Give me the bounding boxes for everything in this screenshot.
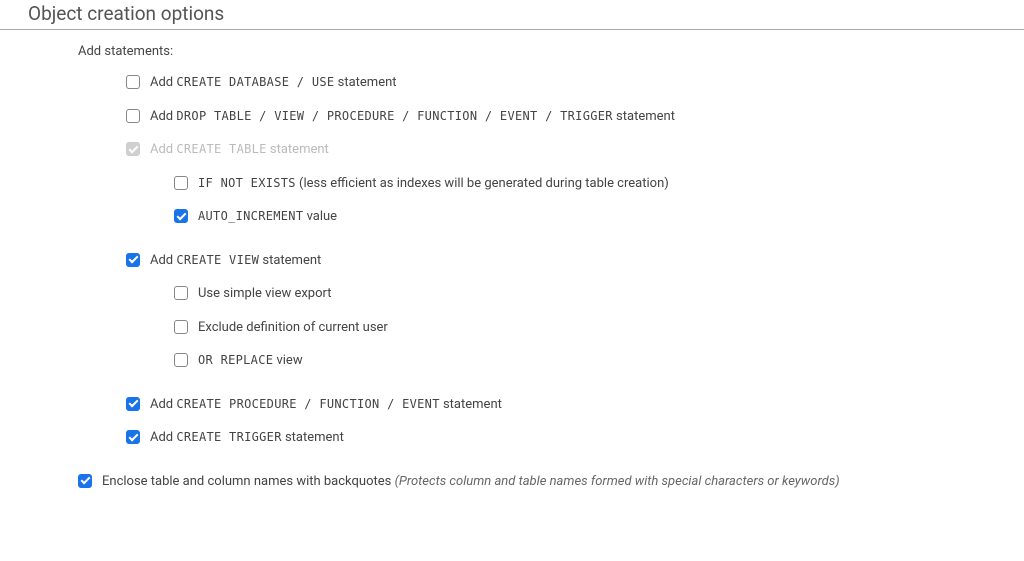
group-label-add-statements: Add statements: bbox=[0, 44, 1024, 59]
label-if-not-exists[interactable]: IF NOT EXISTS (less efficient as indexes… bbox=[198, 174, 669, 194]
checkbox-backquotes[interactable] bbox=[78, 474, 92, 488]
label-suffix: statement bbox=[267, 142, 329, 157]
option-create-table: Add CREATE TABLE statement bbox=[0, 140, 1024, 160]
label-mono: CREATE TRIGGER bbox=[176, 430, 281, 444]
option-create-database: Add CREATE DATABASE / USE statement bbox=[0, 73, 1024, 93]
label-create-table: Add CREATE TABLE statement bbox=[150, 140, 329, 160]
checkbox-simple-view[interactable] bbox=[174, 286, 188, 300]
label-mono: CREATE VIEW bbox=[176, 253, 259, 267]
option-create-trigger: Add CREATE TRIGGER statement bbox=[0, 428, 1024, 448]
checkbox-drop-table[interactable] bbox=[126, 109, 140, 123]
label-suffix: statement bbox=[282, 430, 344, 445]
label-text: Enclose table and column names with back… bbox=[102, 474, 395, 489]
option-create-procedure: Add CREATE PROCEDURE / FUNCTION / EVENT … bbox=[0, 395, 1024, 415]
checkbox-create-table bbox=[126, 142, 140, 156]
label-suffix: value bbox=[303, 209, 337, 224]
checkbox-auto-increment[interactable] bbox=[174, 209, 188, 223]
label-simple-view[interactable]: Use simple view export bbox=[198, 284, 332, 304]
label-suffix: statement bbox=[440, 397, 502, 412]
checkbox-create-procedure[interactable] bbox=[126, 397, 140, 411]
checkbox-create-database[interactable] bbox=[126, 75, 140, 89]
label-prefix: Add bbox=[150, 109, 176, 124]
label-suffix: view bbox=[273, 353, 302, 368]
option-drop-table: Add DROP TABLE / VIEW / PROCEDURE / FUNC… bbox=[0, 107, 1024, 127]
label-create-trigger[interactable]: Add CREATE TRIGGER statement bbox=[150, 428, 344, 448]
checkbox-if-not-exists[interactable] bbox=[174, 176, 188, 190]
label-mono: IF NOT EXISTS bbox=[198, 176, 296, 190]
label-prefix: Add bbox=[150, 397, 176, 412]
section-title: Object creation options bbox=[0, 0, 1024, 30]
checkbox-or-replace[interactable] bbox=[174, 353, 188, 367]
checkbox-exclude-definition[interactable] bbox=[174, 320, 188, 334]
label-create-procedure[interactable]: Add CREATE PROCEDURE / FUNCTION / EVENT … bbox=[150, 395, 502, 415]
label-drop-table[interactable]: Add DROP TABLE / VIEW / PROCEDURE / FUNC… bbox=[150, 107, 675, 127]
label-suffix: (less efficient as indexes will be gener… bbox=[296, 176, 669, 191]
option-backquotes: Enclose table and column names with back… bbox=[0, 472, 1024, 492]
label-or-replace[interactable]: OR REPLACE view bbox=[198, 351, 303, 371]
label-mono: CREATE DATABASE / USE bbox=[176, 75, 334, 89]
option-create-view: Add CREATE VIEW statement bbox=[0, 251, 1024, 271]
label-prefix: Add bbox=[150, 142, 176, 157]
label-mono: CREATE TABLE bbox=[176, 142, 266, 156]
label-prefix: Add bbox=[150, 75, 176, 90]
option-or-replace: OR REPLACE view bbox=[0, 351, 1024, 371]
label-hint: (Protects column and table names formed … bbox=[395, 474, 840, 489]
option-auto-increment: AUTO_INCREMENT value bbox=[0, 207, 1024, 227]
option-exclude-definition: Exclude definition of current user bbox=[0, 318, 1024, 338]
label-create-view[interactable]: Add CREATE VIEW statement bbox=[150, 251, 321, 271]
checkbox-create-view[interactable] bbox=[126, 253, 140, 267]
label-mono: DROP TABLE / VIEW / PROCEDURE / FUNCTION… bbox=[176, 109, 612, 123]
label-prefix: Add bbox=[150, 253, 176, 268]
label-create-database[interactable]: Add CREATE DATABASE / USE statement bbox=[150, 73, 397, 93]
label-backquotes[interactable]: Enclose table and column names with back… bbox=[102, 472, 840, 492]
label-auto-increment[interactable]: AUTO_INCREMENT value bbox=[198, 207, 337, 227]
label-exclude-definition[interactable]: Exclude definition of current user bbox=[198, 318, 388, 338]
label-mono: AUTO_INCREMENT bbox=[198, 209, 303, 223]
checkbox-create-trigger[interactable] bbox=[126, 430, 140, 444]
label-suffix: statement bbox=[613, 109, 675, 124]
label-suffix: statement bbox=[259, 253, 321, 268]
label-prefix: Add bbox=[150, 430, 176, 445]
option-if-not-exists: IF NOT EXISTS (less efficient as indexes… bbox=[0, 174, 1024, 194]
label-mono: CREATE PROCEDURE / FUNCTION / EVENT bbox=[176, 397, 439, 411]
label-mono: OR REPLACE bbox=[198, 353, 273, 367]
option-simple-view: Use simple view export bbox=[0, 284, 1024, 304]
label-suffix: statement bbox=[334, 75, 396, 90]
